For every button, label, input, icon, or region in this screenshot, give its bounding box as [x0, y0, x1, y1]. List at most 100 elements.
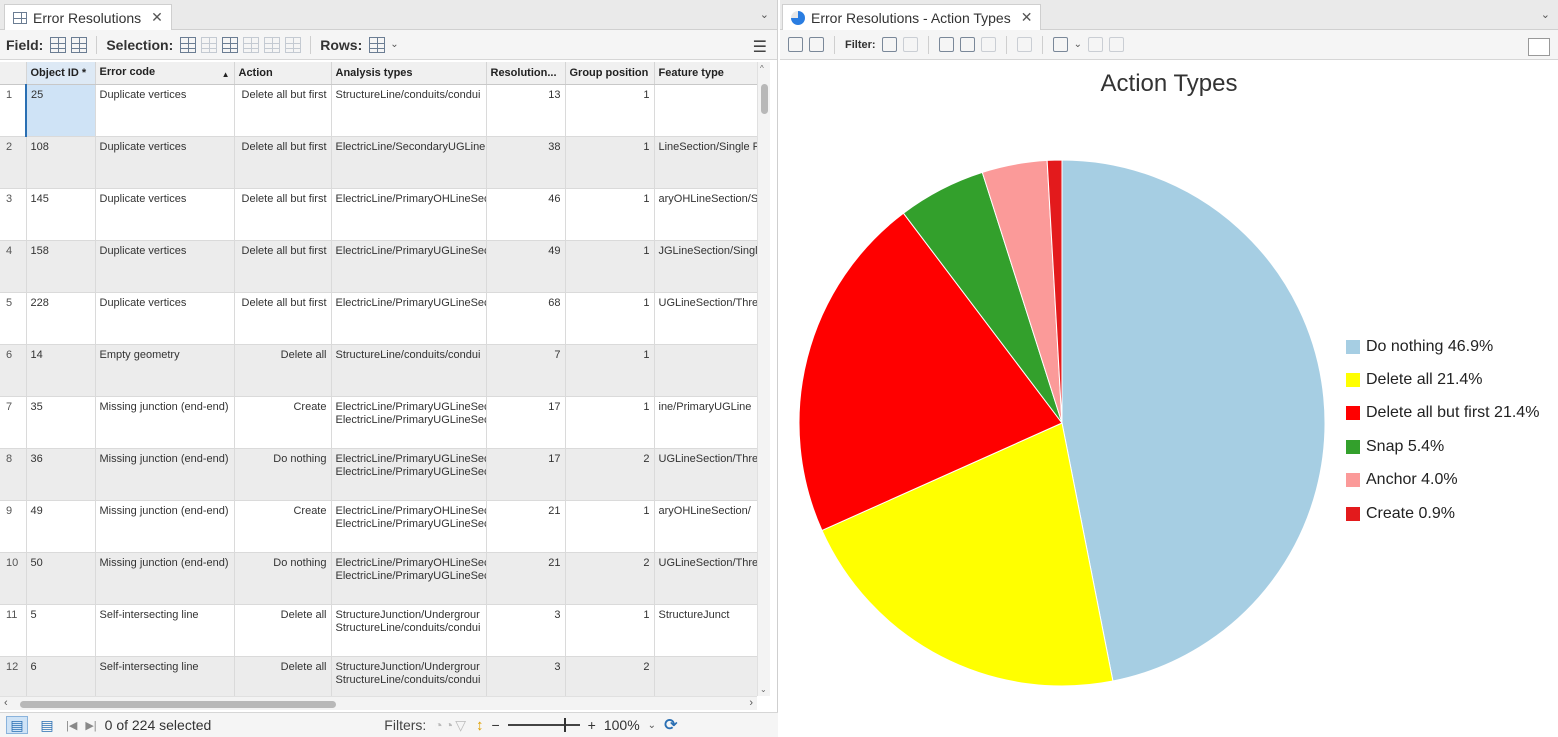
object-id-cell[interactable]: 50: [26, 552, 96, 605]
tab-error-resolutions[interactable]: Error Resolutions ✕: [4, 4, 172, 30]
table-row[interactable]: 8 36 Missing junction (end-end) Do nothing E…: [0, 448, 770, 501]
vertical-scrollbar[interactable]: ^ ⌄: [757, 62, 770, 696]
table-row[interactable]: 6 14 Empty geometry Delete all StructureLine…: [0, 344, 770, 397]
object-id-cell[interactable]: 14: [26, 344, 96, 397]
legend-item[interactable]: Delete all 21.4%: [1346, 363, 1539, 396]
action-cell[interactable]: Delete all: [234, 604, 332, 657]
legend-toggle-icon[interactable]: [1528, 38, 1550, 56]
resolution-cell[interactable]: 21: [486, 500, 566, 553]
analysis-types-cell[interactable]: StructureJunction/Undergrour StructureLin…: [331, 656, 487, 696]
vertical-scroll-thumb[interactable]: [761, 84, 768, 114]
row-number-cell[interactable]: 5: [0, 292, 27, 345]
zoom-slider[interactable]: [507, 718, 580, 732]
group-position-cell[interactable]: 1: [565, 604, 655, 657]
group-position-cell[interactable]: 1: [565, 188, 655, 241]
object-id-cell[interactable]: 5: [26, 604, 96, 657]
column-header-resolution[interactable]: Resolution...: [486, 62, 566, 85]
chevron-down-icon[interactable]: ⌄: [648, 720, 656, 731]
feature-type-cell[interactable]: ine/PrimaryUGLine: [654, 396, 770, 449]
chart-properties-icon[interactable]: [788, 37, 803, 52]
close-icon[interactable]: ✕: [151, 9, 163, 26]
column-header-analysis-types[interactable]: Analysis types: [331, 62, 487, 85]
error-code-cell[interactable]: Missing junction (end-end): [95, 500, 235, 553]
action-cell[interactable]: Do nothing: [234, 448, 332, 501]
last-record-icon[interactable]: ▶|: [85, 719, 96, 732]
filter-by-extent-icon[interactable]: [881, 37, 897, 52]
action-cell[interactable]: Delete all but first: [234, 136, 332, 189]
action-cell[interactable]: Create: [234, 396, 332, 449]
scroll-down-icon[interactable]: ⌄: [760, 685, 767, 694]
group-position-cell[interactable]: 2: [565, 448, 655, 501]
legend-item[interactable]: Delete all but first 21.4%: [1346, 397, 1539, 430]
legend-item[interactable]: Do nothing 46.9%: [1346, 330, 1539, 363]
error-code-cell[interactable]: Missing junction (end-end): [95, 396, 235, 449]
add-chart-icon[interactable]: [809, 37, 824, 52]
close-icon[interactable]: ✕: [1021, 9, 1033, 26]
show-selected-records-icon[interactable]: ▤: [36, 716, 58, 734]
row-number-cell[interactable]: 3: [0, 188, 27, 241]
action-cell[interactable]: Delete all but first: [234, 240, 332, 293]
object-id-cell[interactable]: 158: [26, 240, 96, 293]
feature-type-cell[interactable]: UGLineSection/Thre: [654, 292, 770, 345]
calculate-field-icon[interactable]: [71, 36, 88, 53]
feature-type-cell[interactable]: LineSection/Single F: [654, 136, 770, 189]
scroll-right-icon[interactable]: ›: [749, 697, 753, 709]
analysis-types-cell[interactable]: ElectricLine/SecondaryUGLine: [331, 136, 487, 189]
action-cell[interactable]: Delete all but first: [234, 292, 332, 345]
clear-icon[interactable]: [980, 37, 996, 52]
error-code-cell[interactable]: Duplicate vertices: [95, 188, 235, 241]
column-header-action[interactable]: Action: [234, 62, 332, 85]
analysis-types-cell[interactable]: ElectricLine/PrimaryOHLineSec: [331, 188, 487, 241]
chevron-down-icon[interactable]: ⌄: [1074, 39, 1082, 50]
refresh-icon[interactable]: ⟳: [664, 715, 677, 735]
object-id-cell[interactable]: 49: [26, 500, 96, 553]
feature-type-cell[interactable]: JGLineSection/Singl: [654, 240, 770, 293]
export-icon[interactable]: [1016, 37, 1032, 52]
error-code-cell[interactable]: Self-intersecting line: [95, 656, 235, 696]
legend-item[interactable]: Create 0.9%: [1346, 497, 1539, 530]
error-code-cell[interactable]: Duplicate vertices: [95, 240, 235, 293]
horizontal-scroll-thumb[interactable]: [20, 701, 336, 708]
zoom-in-icon[interactable]: [1087, 37, 1103, 52]
copy-selection-icon[interactable]: [285, 36, 302, 53]
horizontal-scrollbar[interactable]: ‹ ›: [0, 696, 757, 710]
switch-selection-icon[interactable]: [222, 36, 239, 53]
action-cell[interactable]: Create: [234, 500, 332, 553]
action-cell[interactable]: Delete all but first: [234, 188, 332, 241]
table-row[interactable]: 12 6 Self-intersecting line Delete all Struc…: [0, 656, 770, 696]
resolution-cell[interactable]: 68: [486, 292, 566, 345]
table-row[interactable]: 3 145 Duplicate vertices Delete all but fir…: [0, 188, 770, 241]
legend-item[interactable]: Snap 5.4%: [1346, 430, 1539, 463]
feature-type-cell[interactable]: aryOHLineSection/: [654, 500, 770, 553]
error-code-cell[interactable]: Duplicate vertices: [95, 84, 235, 137]
analysis-types-cell[interactable]: ElectricLine/PrimaryUGLineSec ElectricLin…: [331, 448, 487, 501]
feature-type-cell[interactable]: S: [654, 656, 770, 696]
pie-slice[interactable]: [1061, 159, 1326, 682]
analysis-types-cell[interactable]: ElectricLine/PrimaryOHLineSec ElectricLin…: [331, 500, 487, 553]
row-number-cell[interactable]: 11: [0, 604, 27, 657]
clear-selection-icon[interactable]: [243, 36, 260, 53]
selection-tool-icon[interactable]: [1052, 37, 1068, 52]
row-number-cell[interactable]: 4: [0, 240, 27, 293]
row-number-cell[interactable]: 2: [0, 136, 27, 189]
object-id-cell[interactable]: 108: [26, 136, 96, 189]
resolution-cell[interactable]: 3: [486, 604, 566, 657]
error-code-cell[interactable]: Missing junction (end-end): [95, 552, 235, 605]
column-header-object-id[interactable]: Object ID *: [26, 62, 96, 85]
group-position-cell[interactable]: 2: [565, 656, 655, 696]
group-position-cell[interactable]: 1: [565, 396, 655, 449]
table-row[interactable]: 7 35 Missing junction (end-end) Create Elect…: [0, 396, 770, 449]
object-id-cell[interactable]: 36: [26, 448, 96, 501]
feature-type-cell[interactable]: UGLineSection/Thre: [654, 448, 770, 501]
column-header-group-position[interactable]: Group position: [565, 62, 655, 85]
filter-icons[interactable]: ◔◔▽: [434, 717, 468, 734]
row-number-cell[interactable]: 1: [0, 84, 27, 137]
chevron-down-icon[interactable]: ⌄: [390, 39, 398, 50]
sort-arrows-icon[interactable]: ↕: [476, 717, 484, 734]
feature-type-cell[interactable]: UGLineSection/Thre: [654, 552, 770, 605]
group-position-cell[interactable]: 1: [565, 240, 655, 293]
object-id-cell[interactable]: 145: [26, 188, 96, 241]
table-row[interactable]: 1 25 Duplicate vertices Delete all but firs…: [0, 84, 770, 137]
column-header-error-code[interactable]: Error code ▲: [95, 62, 235, 85]
error-code-cell[interactable]: Self-intersecting line: [95, 604, 235, 657]
